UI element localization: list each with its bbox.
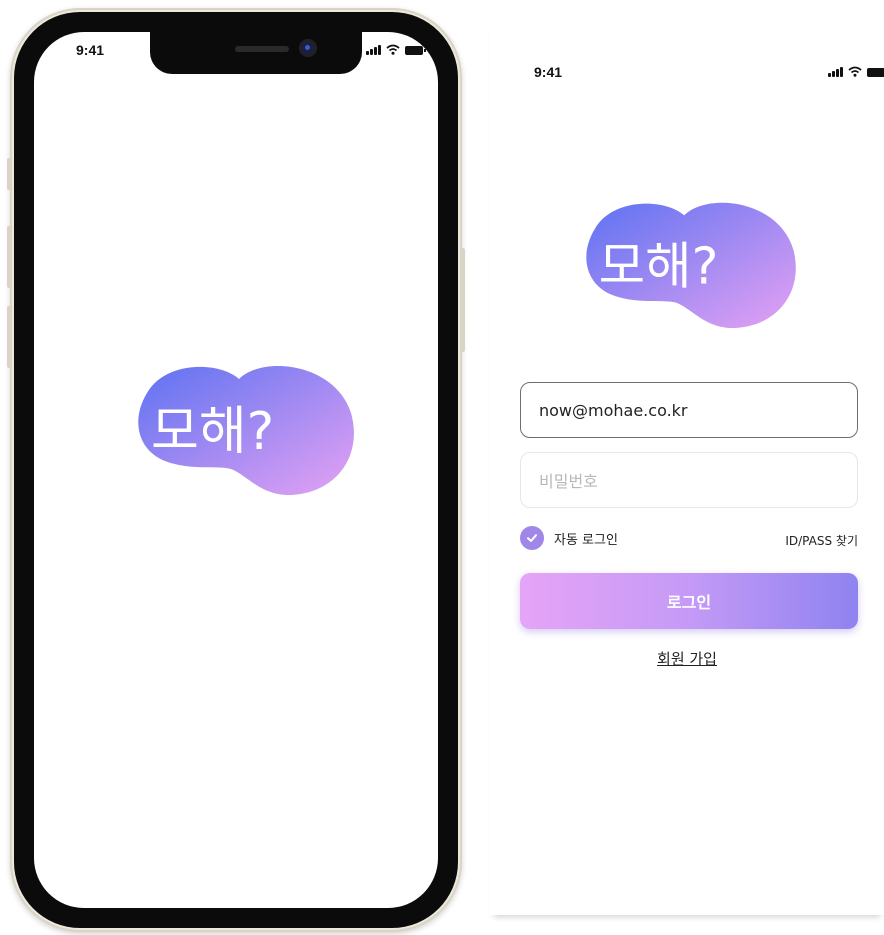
checkmark-icon[interactable]: [520, 526, 544, 550]
auto-login-label: 자동 로그인: [554, 532, 618, 548]
email-field[interactable]: now@mohae.co.kr: [520, 382, 858, 438]
wifi-icon: [848, 66, 862, 77]
wifi-icon: [386, 44, 400, 55]
status-icons: [828, 66, 884, 77]
app-logo: 모해?: [579, 194, 801, 334]
splash-screen: 9:41 모해?: [34, 32, 438, 908]
battery-icon: [867, 68, 884, 77]
phone-bezel: 9:41 모해?: [14, 12, 458, 928]
power-button: [460, 248, 465, 352]
status-time: 9:41: [534, 64, 563, 80]
find-account-link[interactable]: ID/PASS 찾기: [785, 532, 858, 549]
login-screen: 9:41 모해? now@mohae.co.kr 비밀번호 자동 로그인 ID/…: [490, 20, 884, 915]
status-time: 9:41: [76, 42, 105, 58]
notch: [150, 32, 362, 74]
volume-up-button: [7, 226, 12, 288]
cellular-signal-icon: [366, 45, 381, 55]
login-button[interactable]: 로그인: [520, 573, 858, 629]
logo-text: 모해?: [599, 236, 719, 295]
cellular-signal-icon: [828, 67, 843, 77]
logo-text: 모해?: [151, 402, 274, 462]
battery-icon: [405, 46, 426, 55]
status-icons: [366, 44, 426, 55]
volume-down-button: [7, 306, 12, 368]
phone-mockup: 9:41 모해?: [7, 8, 465, 932]
auto-login-checkbox[interactable]: 자동 로그인: [520, 526, 618, 550]
password-field[interactable]: 비밀번호: [520, 452, 858, 508]
mute-switch: [7, 158, 12, 190]
front-camera-icon: [301, 41, 315, 55]
signup-link[interactable]: 회원 가입: [490, 648, 884, 669]
app-logo: 모해?: [131, 357, 359, 501]
speaker-grille: [235, 46, 289, 52]
